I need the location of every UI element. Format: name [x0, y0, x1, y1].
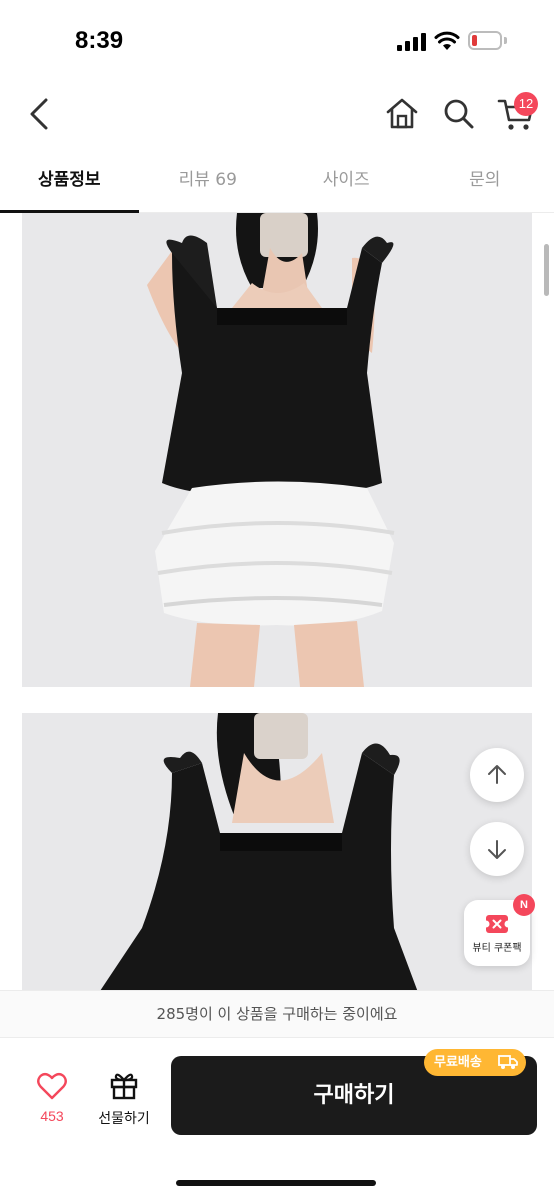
status-time: 8:39 — [75, 27, 124, 54]
cart-count-badge: 12 — [514, 92, 538, 116]
tab-inquiry[interactable]: 문의 — [416, 150, 554, 212]
arrow-down-icon — [488, 840, 506, 859]
gift-button[interactable]: 선물하기 — [92, 1070, 156, 1130]
header — [0, 80, 554, 150]
tab-size[interactable]: 사이즈 — [277, 150, 416, 212]
like-button[interactable]: 453 — [30, 1072, 74, 1132]
truck-icon — [498, 1055, 518, 1069]
gift-icon — [110, 1073, 138, 1100]
gift-label: 선물하기 — [98, 1111, 150, 1127]
tab-bar: 상품정보 리뷰 69 사이즈 문의 — [0, 150, 554, 213]
product-photo — [22, 713, 532, 990]
free-shipping-label: 무료배송 — [434, 1055, 482, 1070]
free-shipping-badge: 무료배송 — [424, 1049, 526, 1076]
product-detail-content[interactable] — [0, 213, 554, 990]
scrollbar-thumb[interactable] — [544, 244, 549, 296]
signal-icon — [397, 33, 427, 51]
new-badge: N — [513, 894, 535, 916]
heart-icon — [37, 1072, 67, 1100]
tab-reviews[interactable]: 리뷰 69 — [139, 150, 278, 212]
wifi-icon — [434, 31, 460, 50]
scroll-down-button[interactable] — [470, 822, 524, 876]
status-bar: 8:39 — [0, 0, 554, 80]
home-indicator — [176, 1180, 376, 1186]
arrow-up-icon — [488, 765, 506, 784]
product-photo — [22, 213, 532, 687]
like-count: 453 — [40, 1108, 64, 1124]
home-icon[interactable] — [384, 96, 420, 132]
battery-icon — [468, 31, 502, 50]
scroll-up-button[interactable] — [470, 748, 524, 802]
search-icon[interactable] — [442, 96, 476, 132]
tab-product-info[interactable]: 상품정보 — [0, 150, 139, 213]
battery-level — [472, 35, 477, 46]
coupon-pack-label: 뷰티 쿠폰팩 — [472, 943, 522, 954]
purchase-activity-notice: 285명이 이 상품을 구매하는 중이에요 — [0, 990, 554, 1038]
chevron-left-icon[interactable] — [22, 94, 58, 134]
battery-cap — [504, 37, 507, 44]
coupon-icon — [485, 915, 509, 933]
